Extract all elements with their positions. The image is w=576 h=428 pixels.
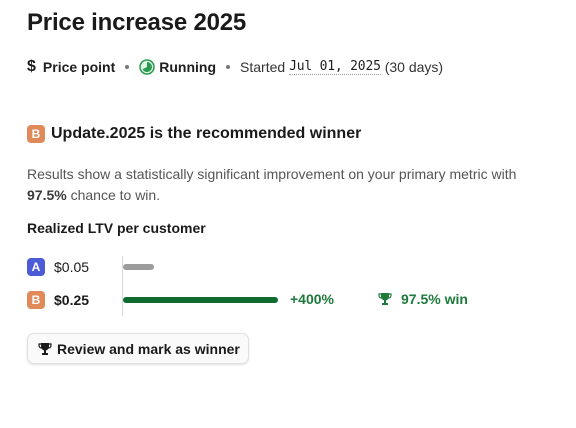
lift-percentage: +400% [290,291,334,307]
variant-a-badge: A [27,258,45,276]
duration-label: (30 days) [384,59,444,75]
review-button-label: Review and mark as winner [57,340,240,357]
trophy-icon [378,293,392,305]
running-icon [139,59,156,75]
summary-chance: 97.5% [27,187,67,203]
variant-b-badge: B [27,291,45,309]
status-label: Running [159,59,217,75]
variant-a-value: $0.05 [54,259,90,275]
separator-dot [125,65,130,69]
review-mark-winner-button[interactable]: Review and mark as winner [27,333,249,364]
variant-b-value: $0.25 [54,292,90,308]
separator-dot [226,65,231,69]
summary-text: Results show a statistically significant… [27,166,517,182]
variant-b-bar [123,297,278,303]
summary-text-end: chance to win. [70,187,161,203]
variant-b-badge: B [27,125,45,143]
metric-comparison-chart: A $0.05 B $0.25 +400% 97.5% win [27,254,527,316]
variant-b-row: B $0.25 [27,289,118,311]
start-date[interactable]: Jul 01, 2025 [289,59,381,75]
winner-banner: B Update.2025 is the recommended winner [27,125,361,143]
page-title: Price increase 2025 [27,9,247,36]
dollar-icon: $ [27,58,36,75]
test-type-label: Price point [42,59,116,75]
win-chance-label: 97.5% win [401,291,468,307]
test-meta-row: $ Price point Running Started Jul 01, 20… [27,57,443,77]
winner-text: Update.2025 is the recommended winner [51,125,362,142]
win-chance: 97.5% win [378,291,468,307]
trophy-icon [38,342,52,355]
variant-a-row: A $0.05 [27,256,118,278]
metric-title: Realized LTV per customer [27,220,206,236]
variant-a-bar [123,264,154,270]
started-label: Started [240,59,286,75]
results-summary: Results show a statistically significant… [27,164,567,206]
